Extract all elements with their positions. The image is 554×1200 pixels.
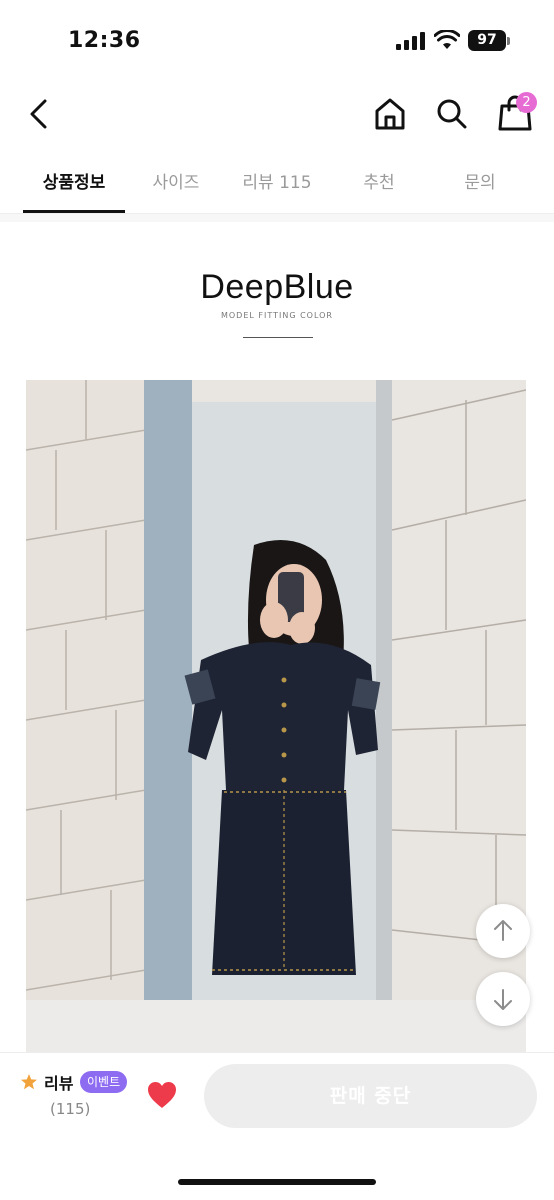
wifi-icon — [434, 30, 460, 49]
color-title: DeepBlue — [200, 268, 354, 306]
home-icon[interactable] — [370, 94, 410, 134]
tab-size[interactable]: 사이즈 — [125, 168, 227, 214]
heart-icon[interactable] — [146, 1080, 178, 1110]
section-divider — [0, 214, 554, 222]
status-time: 12:36 — [68, 28, 141, 53]
tab-inquiry[interactable]: 문의 — [429, 168, 531, 214]
status-bar: 12:36 97 — [0, 0, 554, 80]
title-rule — [243, 337, 313, 338]
tab-product-info[interactable]: 상품정보 — [23, 168, 125, 214]
sale-stopped-button[interactable]: 판매 중단 — [204, 1064, 537, 1128]
scroll-top-button[interactable] — [476, 904, 530, 958]
chevron-left-icon[interactable] — [20, 94, 60, 134]
tab-reviews[interactable]: 리뷰 115 — [226, 168, 328, 214]
color-subtitle: MODEL FITTING COLOR — [220, 311, 333, 320]
model-fitting-image — [26, 380, 526, 1052]
search-icon[interactable] — [432, 94, 472, 134]
home-indicator — [178, 1179, 376, 1185]
product-photo — [26, 380, 526, 1052]
active-tab-indicator — [23, 210, 125, 213]
review-label[interactable]: 리뷰 — [44, 1070, 73, 1094]
cart-count-badge: 2 — [516, 92, 537, 113]
event-badge: 이벤트 — [80, 1071, 128, 1093]
scroll-bottom-button[interactable] — [476, 972, 530, 1026]
signal-icon — [396, 32, 425, 50]
product-tabs: 상품정보 사이즈 리뷰 115 추천 문의 — [0, 156, 554, 214]
review-count[interactable]: (115) — [50, 1100, 90, 1118]
star-icon — [21, 1074, 37, 1090]
arrow-down-icon — [494, 989, 512, 1010]
battery-indicator: 97 — [468, 30, 506, 51]
battery-tip — [507, 37, 510, 45]
tab-recommend[interactable]: 추천 — [328, 168, 430, 214]
arrow-up-icon — [494, 920, 512, 941]
